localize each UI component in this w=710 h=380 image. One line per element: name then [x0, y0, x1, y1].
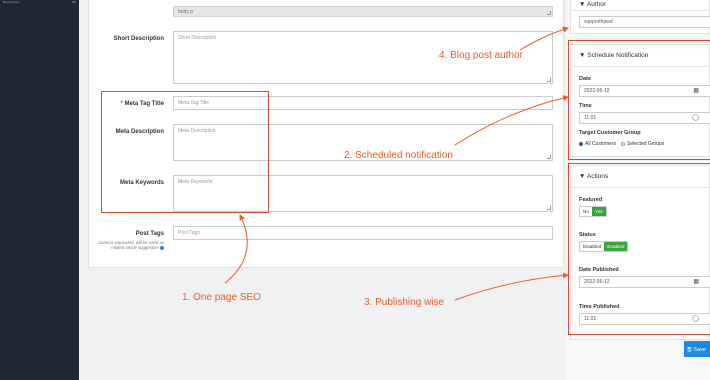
arrow-scheduled-notification — [454, 95, 569, 146]
annotation-one-page-seo: 1. One page SEO — [182, 292, 261, 303]
annotation-arrows — [224, 26, 569, 301]
arrow-one-page-seo — [224, 214, 248, 284]
annotation-scheduled-notification: 2. Scheduled notification — [344, 150, 453, 161]
annotation-blog-post-author: 4. Blog post author — [439, 50, 523, 61]
arrow-publishing-wise — [454, 272, 569, 301]
annotation-publishing-wise: 3. Publishing wise — [364, 297, 445, 308]
arrow-blog-post-author — [519, 26, 569, 51]
